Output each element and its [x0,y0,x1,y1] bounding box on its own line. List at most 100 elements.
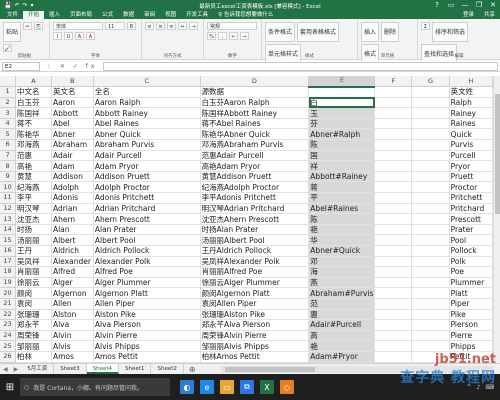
redo-icon[interactable]: ↷ [23,2,28,10]
column-header[interactable]: G [411,76,450,88]
tab-page-layout[interactable]: 页面布局 [65,11,97,19]
row-header[interactable]: 20 [0,287,17,299]
col-g-cell[interactable] [411,234,450,246]
col-h-cell[interactable]: Pierre [449,330,494,342]
col-b-cell[interactable]: Albert [51,234,94,246]
row-header[interactable]: 24 [0,330,17,342]
col-h-cell[interactable]: Plummer [449,277,494,289]
sheet-tab[interactable]: Sheet1 [119,364,152,374]
col-c-cell[interactable]: Alan Prater [93,224,201,236]
row-header[interactable]: 7 [0,150,17,162]
col-c-cell[interactable]: Adair Purcell [93,150,201,162]
col-f-cell[interactable] [374,340,413,352]
format-as-table-button[interactable]: 套用表格格式 [297,22,340,42]
col-g-cell[interactable] [411,171,450,183]
col-b-cell[interactable]: Alva [51,319,94,331]
col-e-cell[interactable]: 祥 [308,160,376,172]
col-d-cell[interactable]: 汤丽丽Albert Pool [200,234,310,246]
col-h-cell[interactable]: Prescott [449,213,494,225]
col-c-cell[interactable]: Alexander Polk [93,256,201,268]
col-f-cell[interactable] [374,224,413,236]
col-d-cell[interactable]: 张珊珊Alston Pike [200,309,310,321]
col-e-cell[interactable]: 惠 [308,309,376,321]
col-h-cell[interactable]: Quick [449,128,494,141]
col-a-cell[interactable]: 陈艳华 [15,128,52,141]
col-g-cell[interactable] [411,139,450,151]
sheet-tab[interactable]: Sheet2 [151,364,184,374]
col-d-cell[interactable]: 黄慧Addison Pruett [200,171,310,183]
col-f-cell[interactable] [374,171,413,183]
taskbar-app-icon[interactable]: X [260,380,274,394]
wrap-text-icon[interactable]: ⇔ [178,22,187,30]
row-header[interactable]: 14 [0,224,17,236]
col-f-cell[interactable] [374,181,413,194]
col-h-cell[interactable]: Raines [449,118,494,130]
merge-icon[interactable]: ⇥ [189,22,198,30]
col-a-cell[interactable]: 徐丽云 [15,277,52,289]
col-c-cell[interactable]: Alvin Pierre [93,330,201,342]
col-a-cell[interactable]: 高艳 [15,160,52,172]
col-a-cell[interactable]: 汤丽丽 [15,234,52,246]
col-d-cell[interactable]: 纪海燕Adolph Proctor [200,181,310,194]
align-right-icon[interactable]: ≡ [167,22,176,30]
row-header[interactable]: 2 [0,97,17,109]
col-d-cell[interactable]: 吴凤祥Alexander Polk [200,256,310,268]
col-f-cell[interactable] [374,86,413,98]
col-d-cell[interactable]: 蒋不Abel Raines [200,118,310,130]
tab-home[interactable]: 开始 [23,11,45,19]
col-a-cell[interactable]: 袁闵 [15,298,52,310]
tab-review[interactable]: 审阅 [139,11,160,19]
col-b-cell[interactable]: Adonis [51,192,94,204]
col-g-cell[interactable] [411,340,450,352]
col-b-cell[interactable]: Adolph [51,181,94,194]
col-b-cell[interactable]: Adrian [51,203,94,215]
row-header[interactable]: 19 [0,277,17,289]
next-sheet-icon[interactable]: ▶ [11,366,22,373]
row-header[interactable]: 4 [0,118,17,130]
col-b-cell[interactable]: Abner [51,128,94,141]
col-a-cell[interactable]: 明汉琴 [15,203,52,215]
comma-icon[interactable]: , [218,32,227,40]
col-f-cell[interactable] [374,192,413,204]
col-h-cell[interactable]: Pryor [449,160,494,172]
col-a-cell[interactable]: 李平 [15,192,52,204]
col-d-cell[interactable]: 范惠Adair Purcell [200,150,310,162]
col-b-cell[interactable]: Aldrich [51,245,94,257]
col-g-cell[interactable] [411,309,450,321]
row-header[interactable]: 6 [0,139,17,151]
col-g-cell[interactable] [411,192,450,204]
col-a-cell[interactable]: 时扬 [15,224,52,236]
col-b-cell[interactable]: Amos [51,351,94,363]
col-a-cell[interactable]: 沈亚杰 [15,213,52,225]
col-d-cell[interactable]: 明汉琴Adrian Pritchard [200,203,310,215]
col-a-cell[interactable]: 陈国祥 [15,107,52,119]
font-name-select[interactable]: 宋体 [53,22,103,30]
paste-button[interactable]: 粘贴 [3,22,22,42]
col-f-cell[interactable] [374,266,413,278]
col-e-cell[interactable]: 国 [308,150,376,162]
col-b-cell[interactable]: Alexander [51,256,94,268]
col-h-cell[interactable]: Phipps [449,340,494,352]
col-g-cell[interactable] [411,319,450,331]
col-c-cell[interactable]: Ahern Prescott [93,213,201,225]
taskbar-app-icon[interactable]: ⧉ [240,380,254,394]
col-e-cell[interactable]: 蒋 [308,181,376,194]
col-d-cell[interactable]: 肖丽丽Alfred Poe [200,266,310,278]
column-header[interactable]: C [93,76,201,88]
format-painter-icon[interactable]: 🖌 [3,44,12,52]
column-header[interactable]: D [200,76,310,88]
col-d-cell[interactable]: 邹丽丽Alvis Phipps [200,340,310,352]
row-header[interactable]: 26 [0,351,17,363]
col-g-cell[interactable] [411,245,450,257]
col-h-cell[interactable]: Platt [449,287,494,299]
col-e-cell[interactable]: Abner#Ralph [308,128,376,141]
col-d-cell[interactable]: 柏林Amos Pettit [200,351,310,363]
increase-decimal-icon[interactable]: ← [229,32,238,40]
row-header[interactable]: 23 [0,319,17,331]
col-h-cell[interactable]: Pike [449,309,494,321]
col-a-cell[interactable]: 范惠 [15,150,52,162]
row-header[interactable]: 8 [0,160,17,172]
col-h-cell[interactable]: Proctor [449,181,494,194]
col-h-cell[interactable]: Prater [449,224,494,236]
conditional-format-button[interactable]: 条件格式 [265,22,296,42]
